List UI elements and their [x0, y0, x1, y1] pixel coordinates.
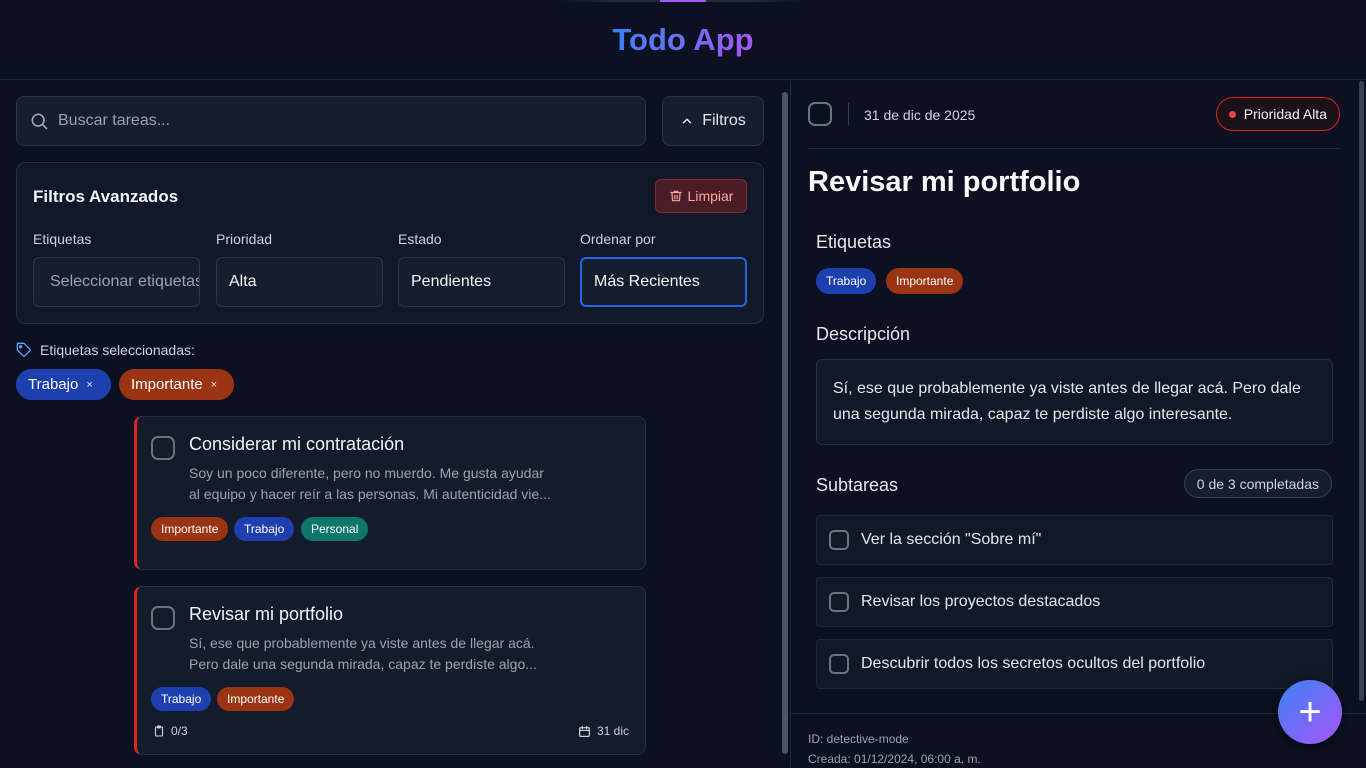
task-card[interactable]: Considerar mi contratación Soy un poco d…: [134, 416, 646, 570]
status-filter-label: Estado: [398, 231, 442, 247]
calendar-icon: [578, 725, 590, 737]
subtask-count: 0/3: [171, 724, 188, 738]
task-description-line: al equipo y hacer reír a las personas. M…: [189, 486, 551, 502]
task-tag: Importante: [151, 517, 229, 541]
detail-complete-checkbox[interactable]: [808, 102, 832, 126]
detail-scrollbar[interactable]: [1359, 81, 1364, 701]
subtask-item[interactable]: Descubrir todos los secretos ocultos del…: [816, 639, 1333, 689]
task-detail-panel: 31 de dic de 2025 Prioridad Alta Revisar…: [790, 81, 1366, 768]
selected-tags-label: Etiquetas seleccionadas:: [40, 342, 195, 358]
detail-description-heading: Descripción: [816, 324, 911, 344]
app-header: Todo App: [0, 0, 1366, 80]
task-description: Sí, ese que probablemente ya viste antes…: [189, 633, 559, 675]
task-description-line: Soy un poco diferente, pero no muerdo. M…: [189, 465, 544, 481]
task-tag: Importante: [217, 687, 295, 711]
subtask-item[interactable]: Ver la sección "Sobre mí": [816, 515, 1333, 565]
priority-label: Prioridad Alta: [1243, 106, 1327, 122]
subtask-checkbox[interactable]: [829, 592, 849, 612]
clipboard-icon: [154, 725, 164, 737]
add-task-button[interactable]: +: [1278, 680, 1342, 744]
task-checkbox[interactable]: [151, 436, 175, 460]
task-description: Soy un poco diferente, pero no muerdo. M…: [189, 463, 559, 505]
status-filter-select[interactable]: Pendientes: [398, 257, 565, 307]
subtask-label: Revisar los proyectos destacados: [861, 593, 1101, 610]
priority-filter-select[interactable]: Alta: [216, 257, 383, 307]
header-divider: [848, 103, 849, 125]
clear-filters-label: Limpiar: [687, 188, 734, 204]
sort-filter-select[interactable]: Más Recientes: [580, 257, 747, 307]
remove-tag-icon[interactable]: ×: [86, 379, 92, 391]
selected-tag-chip-label: Trabajo: [28, 376, 79, 393]
selected-tag-chip-label: Importante: [131, 376, 203, 393]
subtask-checkbox[interactable]: [829, 654, 849, 674]
subtask-checkbox[interactable]: [829, 530, 849, 550]
tags-filter-label: Etiquetas: [33, 231, 92, 247]
selected-tags-header: Etiquetas seleccionadas:: [16, 342, 195, 358]
task-list-scrollbar[interactable]: [782, 92, 788, 754]
detail-description: Sí, ese que probablemente ya viste antes…: [816, 359, 1333, 445]
detail-subtasks-heading: Subtareas: [816, 475, 899, 495]
advanced-filters-title: Filtros Avanzados: [33, 187, 179, 206]
trash-icon: [669, 190, 682, 202]
task-tag: Trabajo: [234, 517, 295, 541]
task-card[interactable]: Revisar mi portfolio Sí, ese que probabl…: [134, 586, 646, 755]
subtasks-count-badge: 0 de 3 completadas: [1183, 469, 1332, 498]
task-tag: Personal: [301, 517, 369, 541]
due-date: 31 dic: [578, 724, 629, 738]
subtask-label: Descubrir todos los secretos ocultos del…: [861, 655, 1206, 672]
task-title: Revisar mi portfolio: [189, 604, 344, 624]
app-title: Todo App: [612, 21, 754, 57]
clear-filters-button[interactable]: Limpiar: [655, 179, 747, 213]
priority-badge: Prioridad Alta: [1215, 97, 1340, 131]
task-description-line: Sí, ese que probablemente ya viste antes…: [189, 635, 535, 651]
due-date-label: 31 dic: [596, 724, 629, 738]
detail-divider: [808, 148, 1341, 149]
search-box[interactable]: [16, 96, 646, 146]
detail-tag: Trabajo: [816, 268, 877, 294]
task-checkbox[interactable]: [151, 606, 175, 630]
filters-toggle-button[interactable]: Filtros: [662, 96, 764, 146]
filters-button-label: Filtros: [702, 112, 746, 129]
remove-tag-icon[interactable]: ×: [211, 379, 217, 391]
task-description-line: Pero dale una segunda mirada, capaz te p…: [189, 656, 537, 672]
subtask-label: Ver la sección "Sobre mí": [861, 531, 1042, 548]
sort-filter-label: Ordenar por: [580, 231, 656, 247]
priority-filter-label: Prioridad: [216, 231, 273, 247]
subtask-progress: 0/3: [153, 724, 188, 738]
detail-tag: Importante: [886, 268, 964, 294]
task-tag: Trabajo: [151, 687, 212, 711]
tags-filter-select[interactable]: Seleccionar etiquetas...: [33, 257, 200, 307]
priority-dot-icon: [1228, 110, 1236, 118]
selected-tag-chip-importante: Importante ×: [119, 369, 234, 400]
tag-icon: [16, 342, 31, 357]
subtask-item[interactable]: Revisar los proyectos destacados: [816, 577, 1333, 627]
detail-date: 31 de dic de 2025: [864, 107, 976, 123]
detail-title: Revisar mi portfolio: [808, 166, 1081, 198]
header-top-accent: [660, 0, 706, 2]
detail-tags-heading: Etiquetas: [816, 232, 892, 252]
task-id: ID: detective-mode: [808, 732, 909, 746]
selected-tag-chip-trabajo: Trabajo ×: [16, 369, 111, 400]
chevron-up-icon: [682, 118, 692, 124]
search-input[interactable]: [58, 112, 618, 130]
task-title: Considerar mi contratación: [189, 434, 405, 454]
search-icon: [31, 113, 48, 130]
task-list-panel: Filtros Filtros Avanzados Limpiar Etique…: [0, 81, 780, 768]
task-created: Creada: 01/12/2024, 06:00 a. m.: [808, 752, 981, 766]
advanced-filters-panel: Filtros Avanzados Limpiar Etiquetas Sele…: [16, 162, 764, 324]
